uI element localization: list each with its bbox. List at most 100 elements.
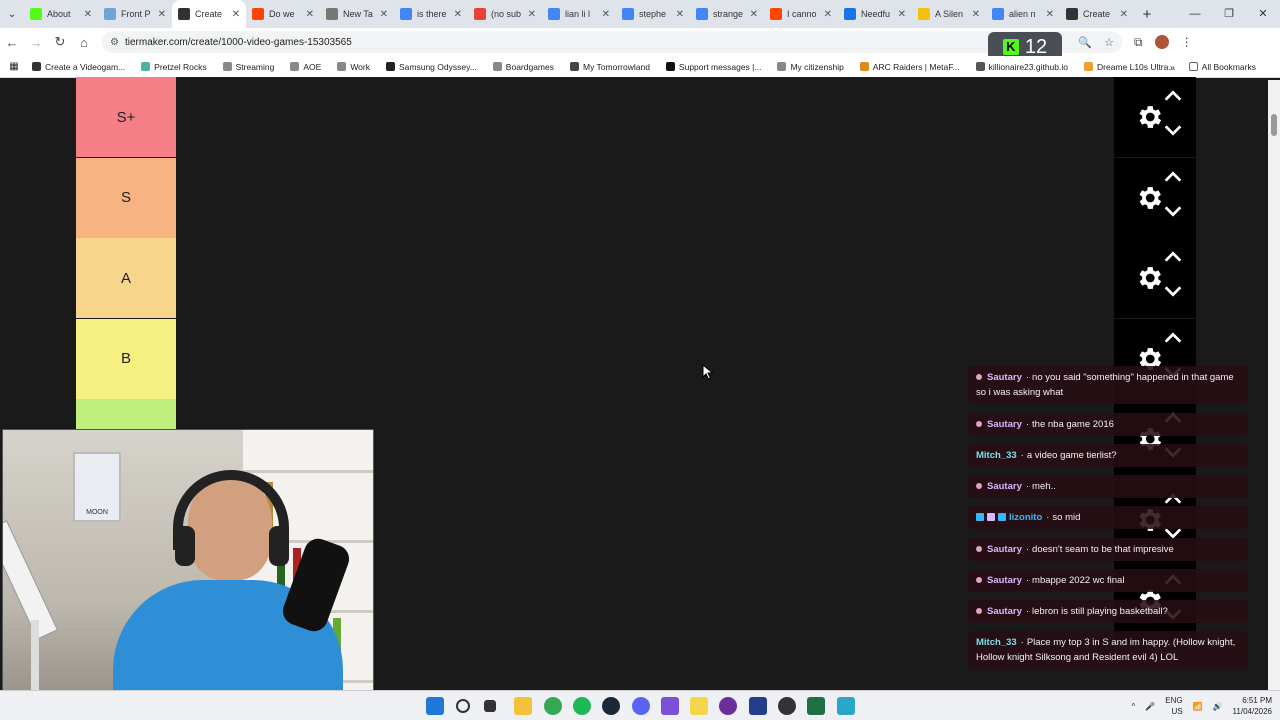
zoom-icon[interactable]: 🔍: [1078, 36, 1092, 49]
reload-icon[interactable]: ↻: [48, 34, 72, 50]
browser-tab[interactable]: Do we ✕: [246, 0, 320, 28]
browser-tab[interactable]: Create ✕: [172, 0, 246, 28]
bookmark-item[interactable]: killionaire23.github.io: [975, 62, 1068, 72]
menu-icon[interactable]: ⋮: [1181, 35, 1193, 49]
tab-close-icon[interactable]: ✕: [528, 9, 536, 20]
search-icon[interactable]: [456, 699, 470, 713]
tab-close-icon[interactable]: ✕: [972, 9, 980, 20]
tab-close-icon[interactable]: ✕: [824, 9, 832, 20]
url-field[interactable]: ⚙ tiermaker.com/create/1000-video-games-…: [102, 31, 1122, 53]
tier-label[interactable]: S+: [76, 77, 176, 157]
task-view-icon[interactable]: [484, 700, 496, 712]
all-bookmarks-folder[interactable]: All Bookmarks: [1188, 62, 1256, 72]
browser-tab[interactable]: New Ta ✕: [320, 0, 394, 28]
tab-close-icon[interactable]: ✕: [232, 9, 240, 20]
tab-close-icon[interactable]: ✕: [380, 9, 388, 20]
bookmark-item[interactable]: ARC Raiders | MetaF...: [859, 62, 960, 72]
bookmark-item[interactable]: Work: [337, 62, 370, 72]
profile-avatar[interactable]: [1154, 35, 1169, 49]
browser-tab[interactable]: A Silen ✕: [912, 0, 986, 28]
new-tab-button[interactable]: +: [1134, 6, 1160, 23]
gear-icon[interactable]: [1134, 263, 1164, 293]
home-icon[interactable]: ⌂: [72, 35, 96, 50]
browser-tab[interactable]: alien n ✕: [986, 0, 1060, 28]
bookmark-item[interactable]: Samsung Odyssey...: [386, 62, 477, 72]
chevron-down-icon[interactable]: [1162, 280, 1184, 302]
tab-close-icon[interactable]: ✕: [1046, 9, 1054, 20]
site-info-icon[interactable]: ⚙: [110, 37, 119, 48]
tray-chevron-icon[interactable]: ^: [1132, 702, 1136, 711]
tab-close-icon[interactable]: ✕: [1120, 9, 1128, 20]
chevron-down-icon[interactable]: [1162, 119, 1184, 141]
minimize-icon[interactable]: —: [1178, 0, 1212, 28]
file-explorer-icon[interactable]: [514, 697, 532, 715]
apps-grid-icon[interactable]: ▦: [0, 61, 28, 72]
tab-close-icon[interactable]: ✕: [676, 9, 684, 20]
gear-icon[interactable]: [1134, 183, 1164, 213]
browser-tab[interactable]: About ✕: [24, 0, 98, 28]
tab-close-icon[interactable]: ✕: [84, 9, 92, 20]
tier-label[interactable]: A: [76, 238, 176, 319]
tab-close-icon[interactable]: ✕: [454, 9, 462, 20]
browser-tab[interactable]: Needfu ✕: [838, 0, 912, 28]
discord-icon[interactable]: [632, 697, 650, 715]
tab-close-icon[interactable]: ✕: [898, 9, 906, 20]
chevron-down-icon[interactable]: [1162, 200, 1184, 222]
visual-studio-icon[interactable]: [749, 697, 767, 715]
restore-icon[interactable]: ❐: [1212, 0, 1246, 28]
language-indicator[interactable]: ENG US: [1165, 695, 1182, 717]
clock[interactable]: 6:51 PM 11/04/2026: [1233, 695, 1272, 717]
bookmark-item[interactable]: Boardgames: [492, 62, 554, 72]
browser-tab[interactable]: I canno ✕: [764, 0, 838, 28]
tab-search-icon[interactable]: ⌄: [0, 0, 24, 28]
notepad-icon[interactable]: [837, 697, 855, 715]
steam-icon[interactable]: [602, 697, 620, 715]
browser-tab[interactable]: lian li l ✕: [542, 0, 616, 28]
more-bookmarks-icon[interactable]: »: [1170, 62, 1175, 72]
tab-close-icon[interactable]: ✕: [602, 9, 610, 20]
bookmark-item[interactable]: Streaming: [222, 62, 274, 72]
bookmark-item[interactable]: AOE: [290, 62, 321, 72]
chevron-up-icon[interactable]: [1162, 166, 1184, 188]
spotify-icon[interactable]: [573, 697, 591, 715]
chevron-up-icon[interactable]: [1162, 246, 1184, 268]
page-scrollbar[interactable]: [1268, 80, 1280, 690]
browser-tab[interactable]: stephe ✕: [616, 0, 690, 28]
bookmark-item[interactable]: Pretzel Rocks: [141, 62, 207, 72]
tab-close-icon[interactable]: ✕: [750, 9, 758, 20]
obs-studio-icon[interactable]: [778, 697, 796, 715]
browser-tab[interactable]: strange ✕: [690, 0, 764, 28]
bookmark-item[interactable]: Support messages |...: [665, 62, 761, 72]
bookmark-item[interactable]: Create a Videogam...: [32, 62, 125, 72]
extensions-icon[interactable]: ⧉: [1134, 35, 1143, 50]
back-icon[interactable]: ←: [0, 35, 24, 50]
chevron-up-icon[interactable]: [1162, 85, 1184, 107]
chevron-up-icon[interactable]: [1162, 327, 1184, 349]
tier-drop-zone[interactable]: [176, 157, 1116, 238]
tab-close-icon[interactable]: ✕: [306, 9, 314, 20]
chrome-icon[interactable]: [544, 697, 562, 715]
calendar-icon[interactable]: [661, 697, 679, 715]
start-icon[interactable]: [426, 697, 444, 715]
browser-tab[interactable]: Front P ✕: [98, 0, 172, 28]
bookmark-star-icon[interactable]: ☆: [1104, 36, 1114, 49]
tier-drop-zone[interactable]: [176, 77, 1116, 157]
bookmark-item[interactable]: My Tomorrowland: [570, 62, 650, 72]
browser-tab[interactable]: is there ✕: [394, 0, 468, 28]
obs-icon[interactable]: [719, 697, 737, 715]
tier-label[interactable]: B: [76, 318, 176, 399]
browser-tab[interactable]: Create ✕: [1060, 0, 1134, 28]
bookmark-item[interactable]: Dreame L10s Ultra...: [1084, 62, 1175, 72]
volume-icon[interactable]: 🔊: [1213, 702, 1223, 711]
tier-label[interactable]: S: [76, 157, 176, 238]
bookmark-item[interactable]: My citizenship: [777, 62, 844, 72]
notes-icon[interactable]: [690, 697, 708, 715]
excel-icon[interactable]: [807, 697, 825, 715]
microphone-tray-icon[interactable]: 🎤: [1145, 702, 1155, 711]
scroll-thumb[interactable]: [1271, 114, 1277, 136]
wifi-icon[interactable]: 📶: [1193, 702, 1203, 711]
gear-icon[interactable]: [1134, 102, 1164, 132]
browser-tab[interactable]: (no sub ✕: [468, 0, 542, 28]
tier-drop-zone[interactable]: [176, 238, 1116, 319]
forward-icon[interactable]: →: [24, 35, 48, 50]
